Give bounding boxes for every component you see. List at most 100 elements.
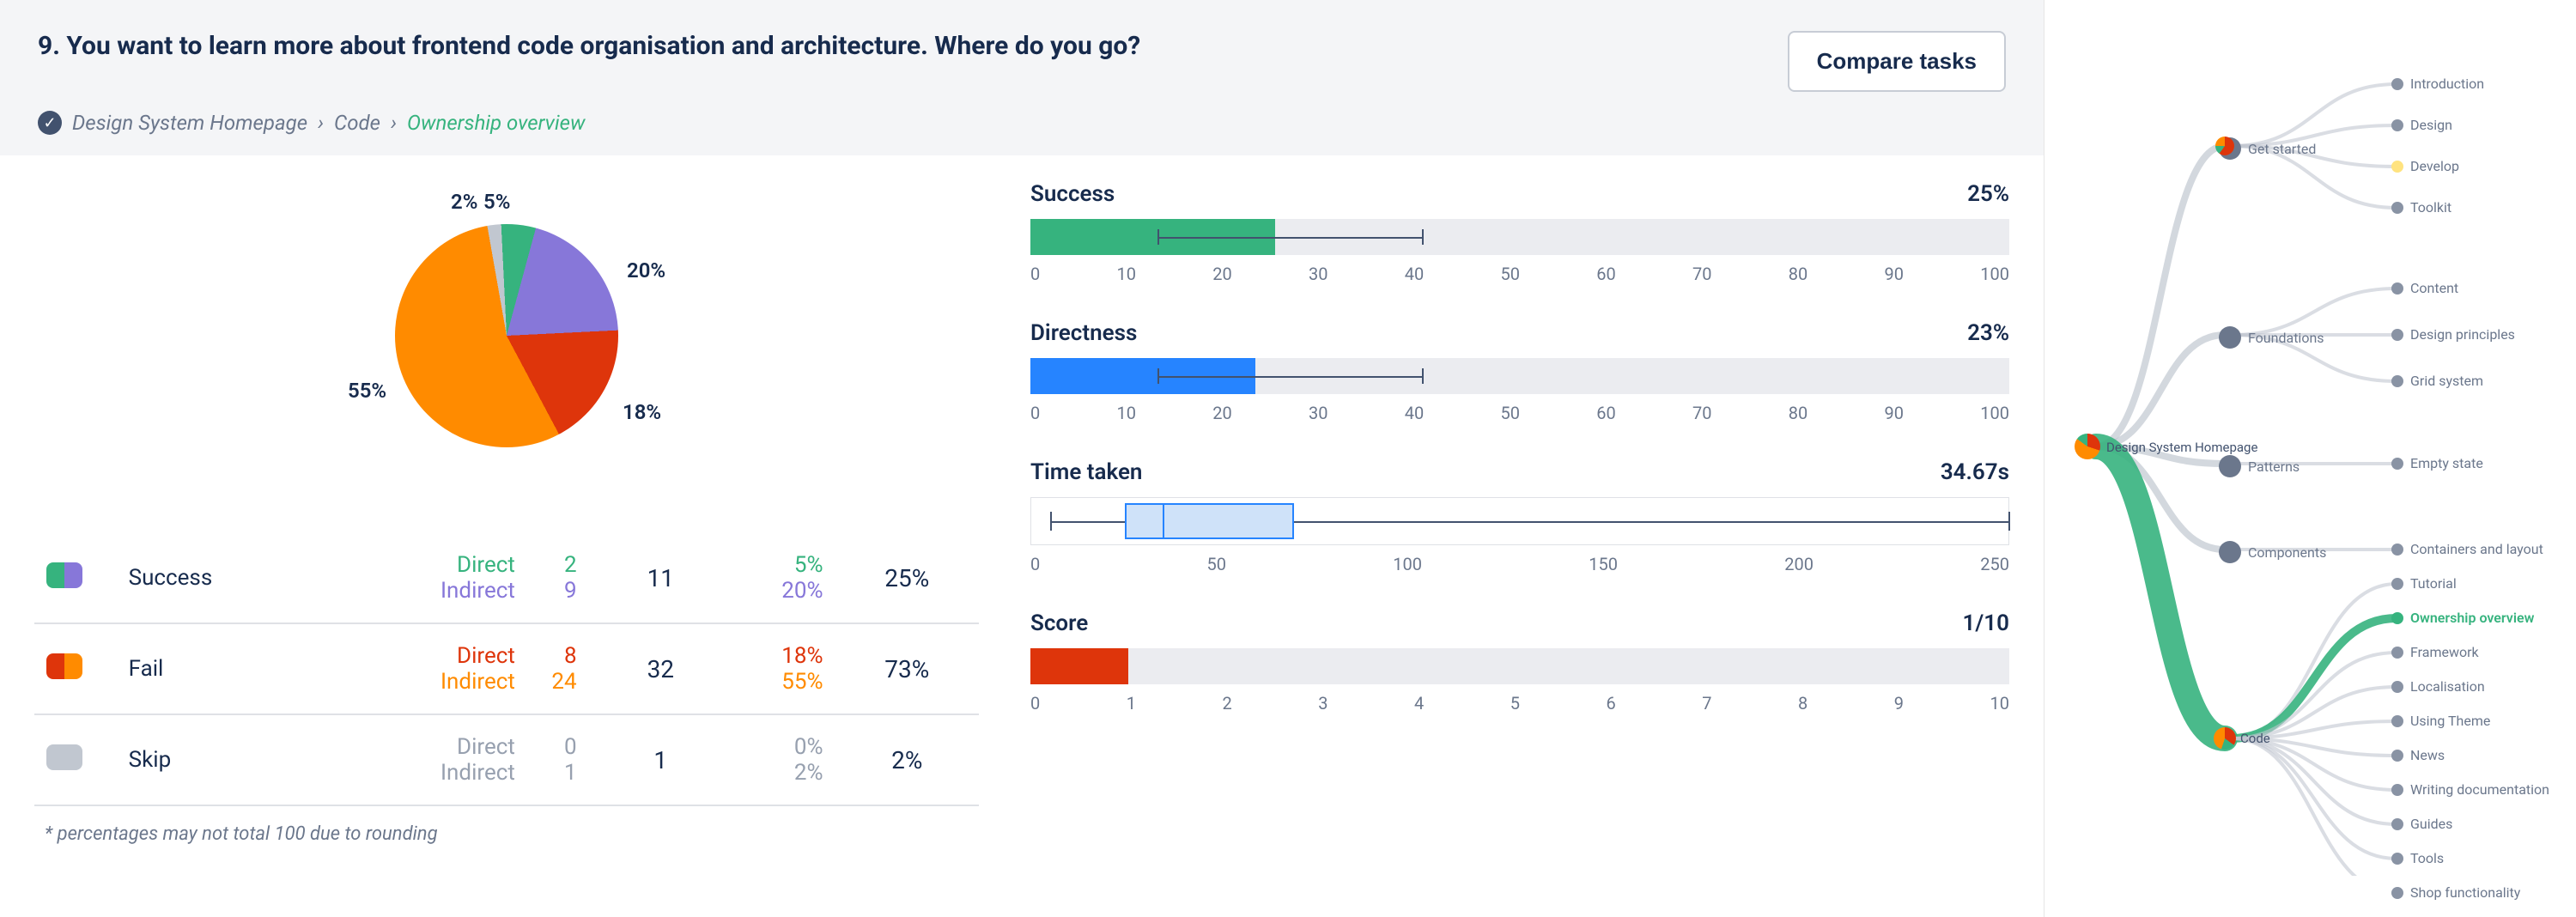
node-label: Content <box>2410 280 2458 296</box>
node-label: Introduction <box>2410 76 2484 92</box>
chevron-right-icon: › <box>318 111 324 135</box>
tree-node[interactable]: Design principles <box>2391 326 2515 343</box>
node-label: Patterns <box>2248 458 2300 475</box>
node-dot-icon <box>2391 750 2403 762</box>
node-dot-icon <box>2391 612 2403 624</box>
pie-label: 20% <box>627 258 665 282</box>
node-dot-icon <box>2219 326 2241 349</box>
breadcrumb-item[interactable]: Design System Homepage <box>72 111 307 135</box>
tree-node[interactable]: Foundations <box>2219 326 2324 349</box>
node-dot-icon <box>2391 853 2403 865</box>
tree-node[interactable]: Containers and layout <box>2391 541 2543 557</box>
node-dot-icon <box>2391 458 2403 470</box>
path-tree[interactable]: Design System Homepage Get started Introdu… <box>2053 17 2568 876</box>
legend-label: Skip <box>117 714 343 805</box>
node-label: Develop <box>2410 158 2459 174</box>
node-label: Empty state <box>2410 455 2483 471</box>
tree-root-pie-icon[interactable] <box>2075 434 2100 459</box>
legend-swatch <box>46 562 82 588</box>
node-label: Writing documentation <box>2410 781 2549 798</box>
rounding-note: * percentages may not total 100 due to r… <box>34 806 979 862</box>
outcome-pie-chart: 2% 5% 20% 18% 55% <box>283 181 730 507</box>
node-label: Toolkit <box>2410 199 2451 216</box>
tree-node[interactable]: Shop functionality <box>2391 884 2520 901</box>
breadcrumb: ✓ Design System Homepage › Code › Owners… <box>38 111 2006 135</box>
node-label: Design principles <box>2410 326 2515 343</box>
node-label: Containers and layout <box>2410 541 2543 557</box>
node-label: Tutorial <box>2410 575 2457 592</box>
time-taken-metric: Time taken34.67s 050100150200250 <box>1030 459 2009 574</box>
check-circle-icon: ✓ <box>38 111 62 135</box>
tree-node[interactable]: Guides <box>2391 816 2452 832</box>
tree-node[interactable]: Patterns <box>2219 455 2300 477</box>
legend-label: Success <box>117 533 343 623</box>
task-header: 9. You want to learn more about frontend… <box>0 0 2044 155</box>
tree-node[interactable]: Framework <box>2391 644 2479 660</box>
tree-node[interactable]: Writing documentation <box>2391 781 2549 798</box>
node-label: Shop functionality <box>2410 884 2520 901</box>
tree-node[interactable]: Localisation <box>2391 678 2485 695</box>
node-dot-icon <box>2391 647 2403 659</box>
node-dot-icon <box>2219 455 2241 477</box>
node-label: Ownership overview <box>2410 610 2534 626</box>
score-metric: Score1/10 012345678910 <box>1030 610 2009 714</box>
pie-label: 5% <box>483 190 510 214</box>
node-dot-icon <box>2391 282 2403 295</box>
node-dot-icon <box>2391 544 2403 556</box>
pie-label: 2% <box>451 190 477 214</box>
node-dot-icon <box>2391 887 2403 899</box>
question-number: 9. <box>38 31 60 61</box>
node-dot-icon <box>2391 784 2403 796</box>
node-dot-icon <box>2219 541 2241 563</box>
metric-value: 25% <box>1967 181 2009 207</box>
compare-tasks-button[interactable]: Compare tasks <box>1788 31 2006 92</box>
results-legend-table: Success Direct Indirect 2 9 11 5% 20% 25… <box>34 533 979 806</box>
tree-node[interactable]: Design <box>2391 117 2452 133</box>
breadcrumb-item[interactable]: Code <box>334 111 380 135</box>
tree-root-label: Design System Homepage <box>2106 440 2257 455</box>
node-label: Foundations <box>2248 330 2324 346</box>
legend-swatch <box>46 744 82 770</box>
tree-node[interactable]: Ownership overview <box>2391 610 2534 626</box>
tree-node[interactable]: Toolkit <box>2391 199 2451 216</box>
node-dot-icon <box>2391 161 2403 173</box>
tree-hub-pie-icon[interactable] <box>2214 727 2236 750</box>
tree-node[interactable]: Grid system <box>2391 373 2483 389</box>
node-dot-icon <box>2391 578 2403 590</box>
tree-node[interactable]: Develop <box>2391 158 2459 174</box>
node-dot-icon <box>2391 681 2403 693</box>
node-label: Get started <box>2248 141 2316 157</box>
metric-value: 1/10 <box>1963 610 2009 636</box>
node-label: Guides <box>2410 816 2452 832</box>
metric-title: Score <box>1030 610 1088 636</box>
tree-node[interactable]: Tutorial <box>2391 575 2457 592</box>
metric-value: 34.67s <box>1941 459 2009 485</box>
node-dot-icon <box>2391 78 2403 90</box>
tree-hub-label: Code <box>2240 731 2270 746</box>
tree-node[interactable]: Introduction <box>2391 76 2484 92</box>
node-label: Design <box>2410 117 2452 133</box>
breadcrumb-item-active[interactable]: Ownership overview <box>407 111 586 135</box>
legend-row: Fail Direct Indirect 8 24 32 18% 55% 73% <box>34 623 979 714</box>
pie-label: 18% <box>623 400 661 424</box>
tree-node[interactable]: Empty state <box>2391 455 2483 471</box>
node-label: Using Theme <box>2410 713 2490 729</box>
node-dot-icon <box>2391 818 2403 830</box>
tree-node[interactable]: Using Theme <box>2391 713 2490 729</box>
node-label: Components <box>2248 544 2326 561</box>
tree-node[interactable]: Content <box>2391 280 2458 296</box>
question-text: You want to learn more about frontend co… <box>66 31 1140 61</box>
node-label: Grid system <box>2410 373 2483 389</box>
metric-value: 23% <box>1967 320 2009 346</box>
legend-label: Fail <box>117 623 343 714</box>
tree-hub-pie-icon[interactable] <box>2215 137 2234 155</box>
node-dot-icon <box>2391 119 2403 131</box>
success-metric: Success25% 0102030405060708090100 <box>1030 181 2009 284</box>
node-label: Framework <box>2410 644 2479 660</box>
node-dot-icon <box>2391 715 2403 727</box>
tree-node[interactable]: Tools <box>2391 850 2444 866</box>
tree-node[interactable]: News <box>2391 747 2445 763</box>
legend-swatch <box>46 653 82 679</box>
node-label: Localisation <box>2410 678 2485 695</box>
tree-node[interactable]: Components <box>2219 541 2326 563</box>
